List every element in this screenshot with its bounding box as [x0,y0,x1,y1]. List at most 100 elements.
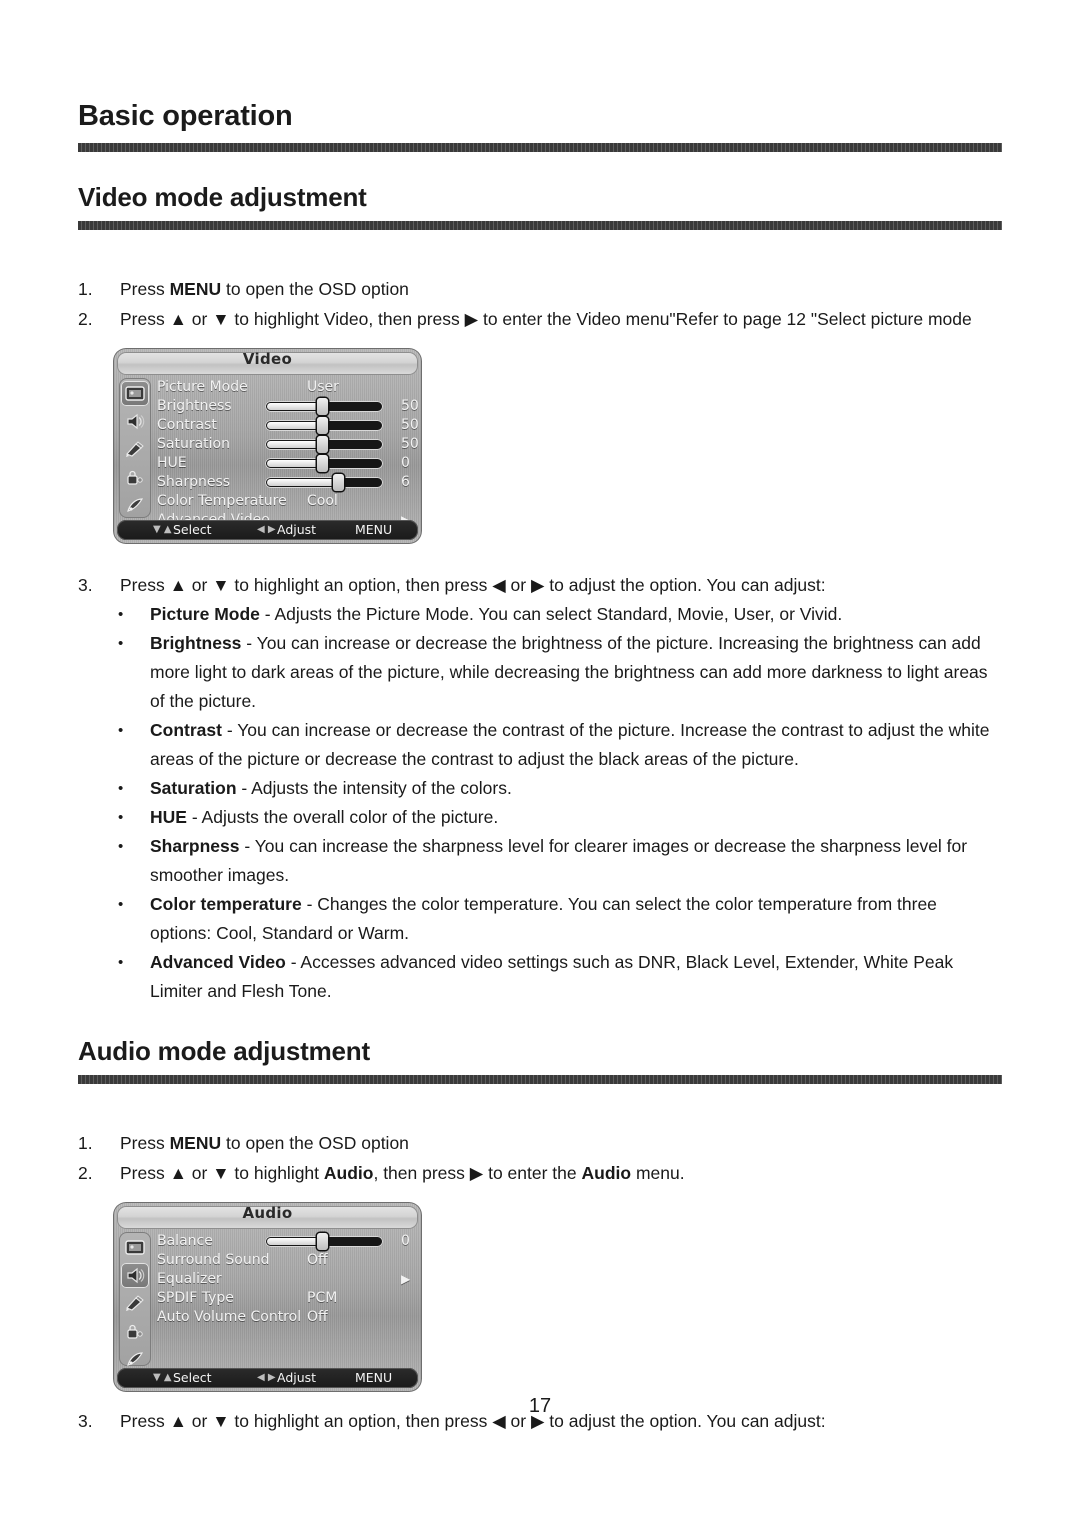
osd-slider-fill [267,460,320,467]
option-description: - You can increase the sharpness level f… [150,836,968,885]
osd-back-label: MENU Back [355,1370,393,1392]
osd-menu-row[interactable]: Equalizer ▶ [157,1270,416,1289]
step-text: Press ▲ or ▼ to highlight Video, then pr… [120,309,972,329]
osd-title: Video [242,350,293,368]
step-text: Press [120,1133,170,1153]
option-term: Brightness [150,633,242,653]
video-steps-list: 1. Press MENU to open the OSD option 2. Pre… [78,274,1002,334]
option-term: Contrast [150,720,222,740]
osd-row-value: 50 [401,398,419,414]
osd-row-value: Off [307,1309,328,1325]
video-section-heading: Video mode adjustment [78,182,367,212]
option-bullet: • Brightness - You can increase or decrea… [78,629,1002,716]
osd-sidebar [119,378,151,518]
step-text: to open the OSD option [221,279,409,299]
osd-slider-knob[interactable] [317,455,329,472]
osd-row-label: SPDIF Type [157,1290,234,1306]
osd-row-label: Contrast [157,417,217,433]
osd-slider[interactable] [265,455,383,472]
osd-slider[interactable] [265,474,383,491]
osd-row-label: Auto Volume Control [157,1309,302,1325]
osd-slider[interactable] [265,417,383,434]
option-term: Picture Mode [150,604,260,624]
osd-slider-knob[interactable] [317,436,329,453]
bullet-dot-icon: • [118,606,124,623]
osd-menu-row[interactable]: Saturation 50 [157,435,419,454]
osd-menu-row[interactable]: SPDIF Type PCM [157,1289,416,1308]
step-text: Press ▲ or ▼ to highlight an option, the… [120,575,826,595]
step-text: , then press ▶ to enter the [373,1163,582,1183]
bullet-dot-icon: • [118,635,124,652]
option-description: - Adjusts the intensity of the colors. [236,778,512,798]
lock-icon[interactable] [121,465,149,490]
bullet-dot-icon: • [118,780,124,797]
option-term: Color temperature [150,894,302,914]
picture-icon[interactable] [121,1235,149,1260]
osd-slider[interactable] [265,398,383,415]
step-item: 1. Press MENU to open the OSD option [78,274,1002,304]
bullet-dot-icon: • [118,954,124,971]
osd-menu-row[interactable]: Balance 0 [157,1232,416,1251]
osd-footer: ▼ ▲ Select ◀ ▶ Adjust MENU Back [117,520,418,544]
option-bullet: • HUE - Adjusts the overall color of the … [78,803,1002,832]
osd-sidebar [119,1232,151,1366]
option-term: Sharpness [150,836,240,856]
osd-slider-knob[interactable] [317,1233,329,1250]
osd-row-label: Equalizer [157,1271,222,1287]
audio-icon[interactable] [121,409,149,434]
option-description: - Adjusts the overall color of the pictu… [186,807,499,827]
osd-row-label: Saturation [157,436,230,452]
channel-icon[interactable] [121,493,149,518]
osd-menu-row[interactable]: HUE 0 [157,454,416,473]
osd-menu-row[interactable]: Brightness 50 [157,397,419,416]
video-options-list: • Picture Mode - Adjusts the Picture Mode… [78,600,1002,1006]
osd-menu-row[interactable]: Contrast 50 [157,416,419,435]
osd-slider-knob[interactable] [317,398,329,415]
osd-row-value: 6 [401,474,410,490]
step-emphasis: Audio [323,1163,374,1183]
osd-slider-fill [267,403,320,410]
osd-rows: Picture Mode User Brightness 50 Contrast 50 Sa… [157,378,419,528]
osd-menu-row[interactable]: Color Temperature Cool [157,492,416,511]
manual-page: Basic operation Video mode adjustment 1.… [0,0,1080,1526]
osd-row-value: 50 [401,417,419,433]
osd-menu-row[interactable]: Sharpness 6 [157,473,416,492]
osd-slider[interactable] [265,436,383,453]
page-content: Basic operation Video mode adjustment 1.… [78,100,1002,1436]
bullet-dot-icon: • [118,896,124,913]
chapter-rule [78,143,1002,152]
osd-slider-fill [267,1238,320,1245]
osd-select-keys: ▼ ▲ [153,1372,172,1383]
option-bullet: • Sharpness - You can increase the sharpn… [78,832,1002,890]
setup-icon[interactable] [121,1291,149,1316]
osd-menu-row[interactable]: Auto Volume Control Off [157,1308,416,1327]
picture-icon[interactable] [121,381,149,406]
osd-row-value: 0 [401,455,410,471]
step-number: 1. [78,279,93,299]
option-description: - Adjusts the Picture Mode. You can sele… [259,604,843,624]
step-text: to open the OSD option [221,1133,409,1153]
audio-icon[interactable] [121,1263,149,1288]
osd-menu-row[interactable]: Picture Mode User [157,378,416,397]
setup-icon[interactable] [121,437,149,462]
step-text: Press ▲ or ▼ to highlight [120,1163,324,1183]
option-term: Advanced Video [150,952,286,972]
osd-title: Audio [242,1204,293,1222]
osd-row-value: 0 [401,1233,410,1249]
osd-menu-row[interactable]: Surround Sound Off [157,1251,416,1270]
osd-slider-fill [267,479,336,486]
osd-row-label: Surround Sound [157,1252,270,1268]
option-bullet: • Contrast - You can increase or decrease… [78,716,1002,774]
option-bullet: • Saturation - Adjusts the intensity of t… [78,774,1002,803]
osd-slider-knob[interactable] [333,474,345,491]
step-emphasis: MENU [169,1133,222,1153]
osd-slider-knob[interactable] [317,417,329,434]
osd-back-label: MENU Back [355,522,393,544]
lock-icon[interactable] [121,1319,149,1344]
osd-slider-fill [267,441,320,448]
step-text: menu. [631,1163,685,1183]
option-term: Saturation [150,778,237,798]
osd-slider[interactable] [265,1233,383,1250]
video-osd-screenshot: Video Picture Mode User Brightness 50 Contra… [113,348,422,544]
